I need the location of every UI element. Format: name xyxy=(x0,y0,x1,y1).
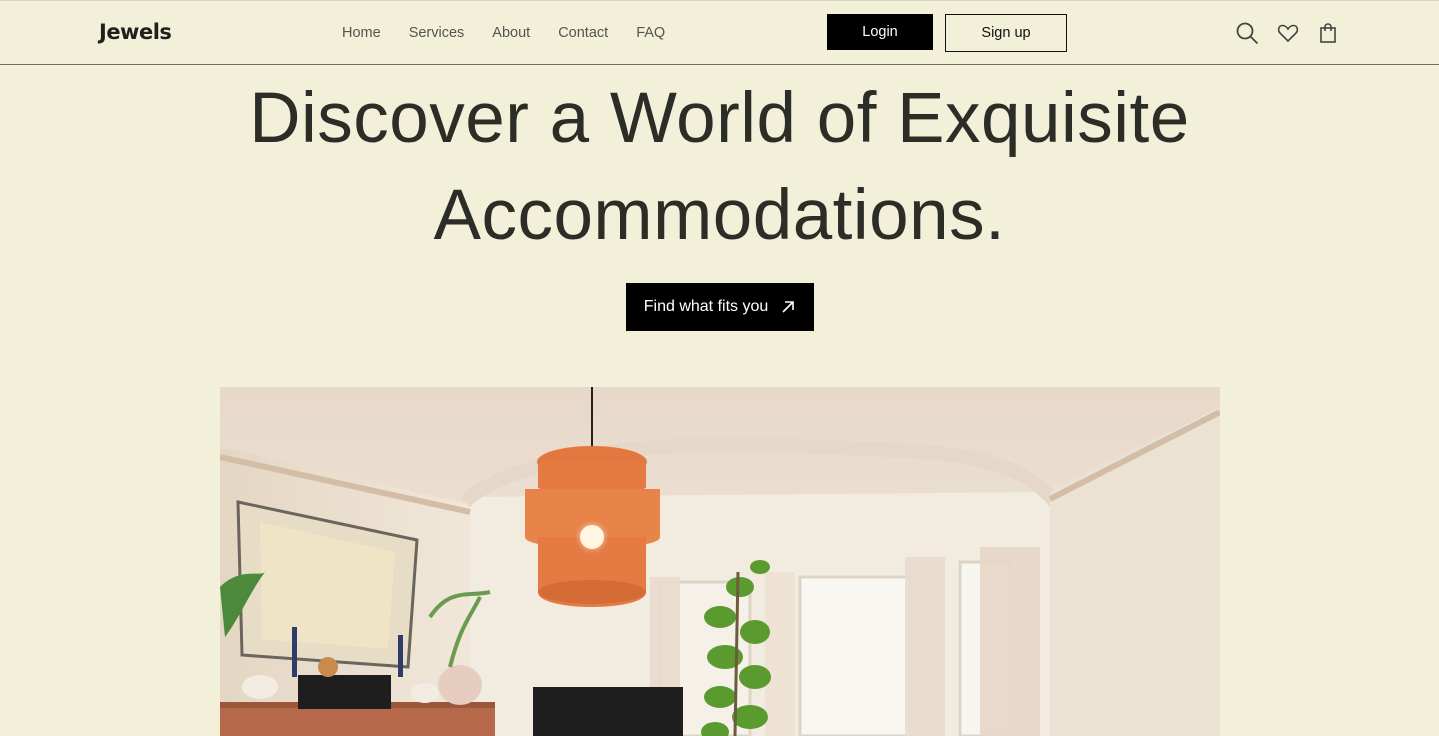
nav-item-home[interactable]: Home xyxy=(342,25,381,41)
nav-item-faq[interactable]: FAQ xyxy=(636,25,665,41)
find-fit-button[interactable]: Find what fits you xyxy=(626,283,814,331)
shopping-bag-icon[interactable] xyxy=(1316,21,1340,45)
login-button[interactable]: Login xyxy=(827,14,933,50)
signup-button[interactable]: Sign up xyxy=(945,14,1067,52)
living-room-photo xyxy=(220,387,1220,736)
main-nav: Home Services About Contact FAQ xyxy=(342,25,693,41)
search-icon[interactable] xyxy=(1235,21,1259,45)
arrow-up-right-icon xyxy=(782,301,795,313)
site-header: Jewels Home Services About Contact FAQ L… xyxy=(0,1,1439,65)
heart-icon[interactable] xyxy=(1276,21,1300,45)
nav-item-contact[interactable]: Contact xyxy=(558,25,608,41)
cta-label: Find what fits you xyxy=(643,298,769,315)
nav-item-services[interactable]: Services xyxy=(409,25,465,41)
brand-logo[interactable]: Jewels xyxy=(99,20,172,44)
hero-title: Discover a World of Exquisite Accommodat… xyxy=(249,79,1190,255)
nav-item-about[interactable]: About xyxy=(492,25,530,41)
